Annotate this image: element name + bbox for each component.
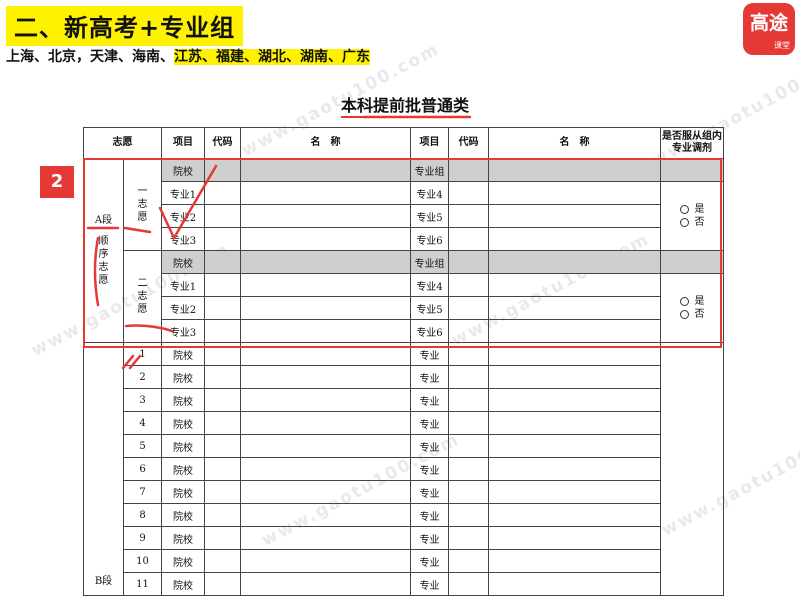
checkmark-stroke bbox=[158, 164, 218, 240]
ink-annotations bbox=[86, 115, 472, 370]
underline-stroke bbox=[124, 324, 174, 333]
bracket-stroke bbox=[93, 236, 100, 307]
tick-stroke bbox=[121, 354, 142, 370]
underline-stroke bbox=[123, 226, 152, 234]
